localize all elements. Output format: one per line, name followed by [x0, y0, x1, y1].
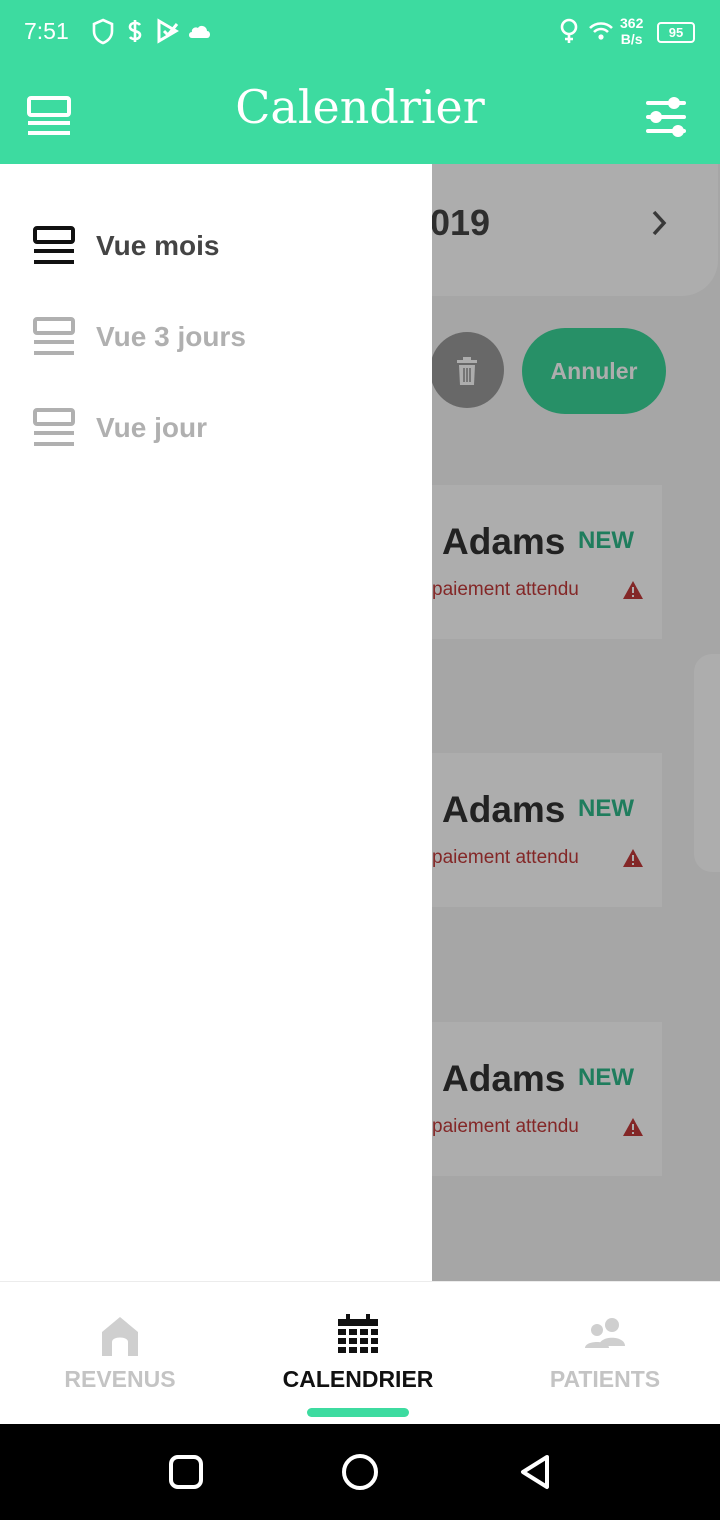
recent-apps-icon[interactable]: [164, 1450, 208, 1494]
active-tab-indicator: [307, 1408, 409, 1417]
nav-tab-revenus[interactable]: REVENUS: [0, 1282, 240, 1425]
drawer-item-3-day-view[interactable]: Vue 3 jours: [0, 297, 432, 377]
day-view-icon: [33, 408, 75, 446]
net-speed: 362 B/s: [620, 15, 644, 47]
app-bar: Calendrier: [0, 64, 720, 164]
home-button-icon[interactable]: [338, 1450, 382, 1494]
nav-tab-patients[interactable]: PATIENTS: [485, 1282, 720, 1425]
home-icon: [102, 1317, 138, 1356]
drawer-item-month-view[interactable]: Vue mois: [0, 206, 432, 286]
filter-settings-button[interactable]: [644, 94, 692, 142]
three-day-view-icon: [33, 317, 75, 355]
status-bar: 7:51 362 B/s 95: [0, 0, 720, 64]
battery-icon: 95: [657, 22, 695, 43]
cloud-icon: [189, 25, 210, 38]
shield-icon: [92, 18, 114, 45]
drawer-item-label: Vue jour: [96, 412, 207, 443]
calendar-icon: [338, 1314, 378, 1353]
drawer-item-label: Vue mois: [96, 230, 220, 261]
bulb-icon: [560, 18, 578, 43]
dollar-icon: [128, 20, 142, 42]
nav-tab-label: PATIENTS: [549, 1366, 661, 1392]
wifi-icon: [589, 22, 613, 40]
back-icon[interactable]: [512, 1450, 556, 1494]
people-icon: [585, 1318, 625, 1348]
play-store-icon: [157, 18, 179, 44]
status-time: 7:51: [24, 18, 69, 44]
drawer-item-label: Vue 3 jours: [96, 321, 246, 352]
month-view-icon: [33, 226, 75, 264]
page-title: Calendrier: [235, 80, 485, 134]
nav-tab-label: CALENDRIER: [282, 1366, 434, 1392]
view-drawer: Vue mois Vue 3 jours Vue jour: [0, 164, 432, 1281]
bottom-navigation: REVENUS CALENDRIER PATIENTS: [0, 1281, 720, 1425]
nav-tab-label: REVENUS: [64, 1366, 176, 1392]
drawer-item-day-view[interactable]: Vue jour: [0, 388, 432, 468]
nav-tab-calendrier[interactable]: CALENDRIER: [238, 1282, 478, 1425]
system-navigation-bar: [0, 1424, 720, 1520]
